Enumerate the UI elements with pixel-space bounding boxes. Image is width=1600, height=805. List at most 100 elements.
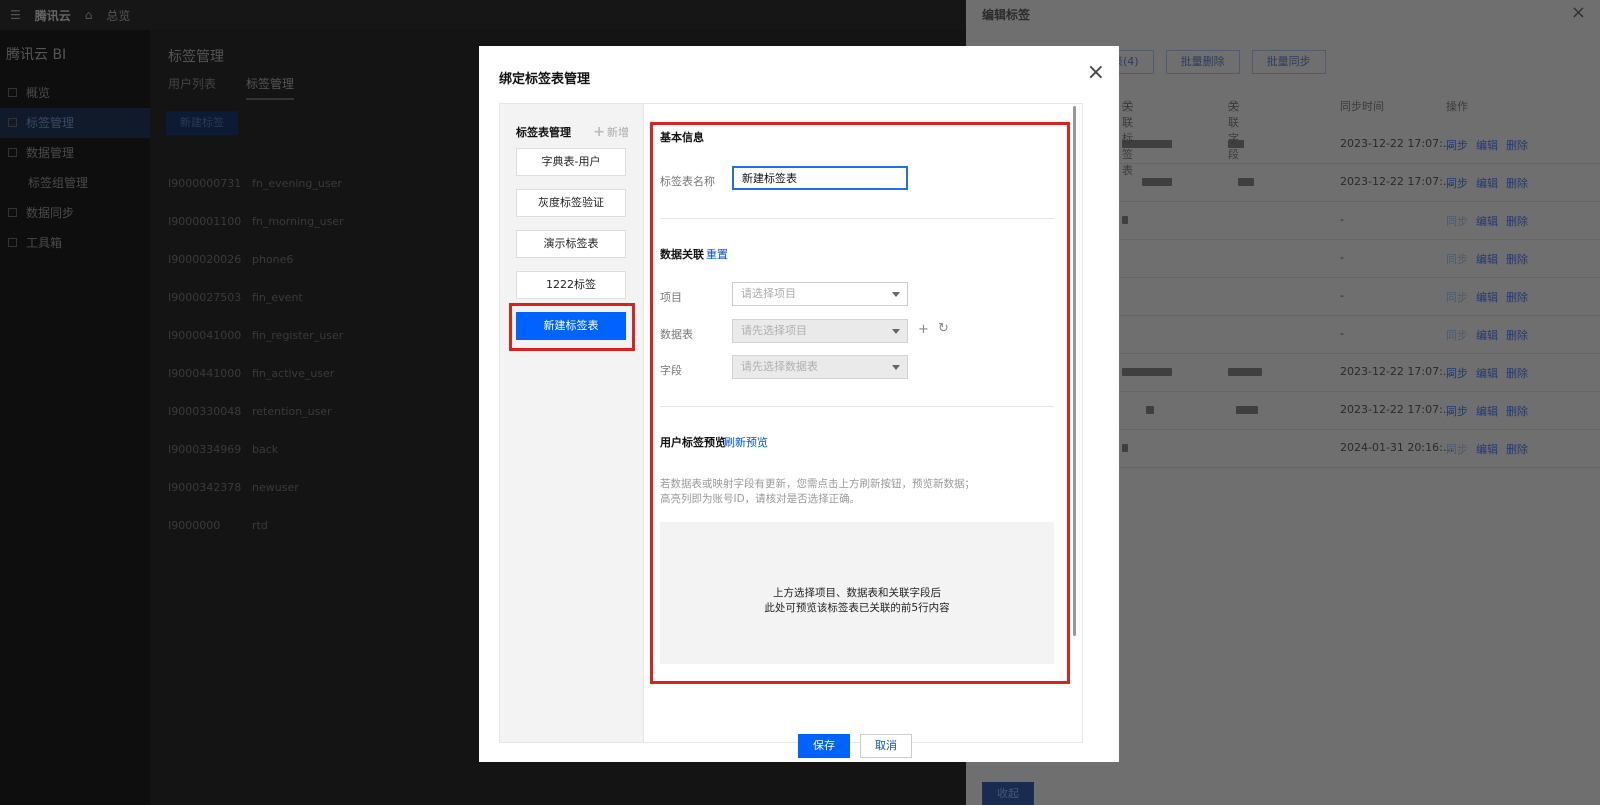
sync-link[interactable]: 同步 — [1446, 365, 1468, 381]
delete-link[interactable]: 删除 — [1506, 175, 1528, 191]
sidebar-header: 标签表管理 — [516, 126, 571, 139]
modal-title: 绑定标签表管理 — [499, 72, 591, 87]
brand-logo: 腾讯云 — [34, 8, 71, 23]
drawer-table-header: 关联标签表 ⓘ 关联字段 ⓘ 同步时间 操作 — [1122, 100, 1468, 177]
sync-time: - — [1340, 289, 1344, 302]
edit-link[interactable]: 编辑 — [1476, 213, 1498, 229]
edit-link[interactable]: 编辑 — [1476, 403, 1498, 419]
home-icon[interactable]: ⌂ — [85, 8, 93, 22]
drawer-toolbar: 表(4) 批量删除 批量同步 — [1112, 50, 1326, 74]
sync-time: 2023-12-22 17:07:... — [1340, 403, 1454, 416]
blurred-value — [1122, 368, 1172, 376]
sync-link[interactable]: 同步 — [1446, 137, 1468, 153]
blurred-value — [1228, 368, 1262, 376]
sync-time: 2023-12-22 17:07:... — [1340, 175, 1454, 188]
plus-icon: + — [593, 124, 605, 140]
nav-item-tag-management[interactable]: 标签管理 — [0, 108, 150, 138]
data-icon — [8, 148, 17, 157]
delete-link[interactable]: 删除 — [1506, 327, 1528, 343]
delete-link[interactable]: 删除 — [1506, 289, 1528, 305]
toolbox-icon — [8, 238, 17, 247]
table-row: - 同步 编辑 删除 — [1116, 240, 1600, 278]
edit-link[interactable]: 编辑 — [1476, 327, 1498, 343]
vertical-scrollbar[interactable] — [1073, 106, 1076, 636]
edit-link[interactable]: 编辑 — [1476, 441, 1498, 457]
blurred-value — [1228, 140, 1244, 148]
blurred-value — [1236, 406, 1258, 414]
edit-link[interactable]: 编辑 — [1476, 289, 1498, 305]
nav-item-data-management[interactable]: 数据管理 — [0, 138, 150, 168]
drawer-title: 编辑标签 — [982, 8, 1031, 22]
highlight-box — [509, 303, 635, 351]
save-button[interactable]: 保存 — [798, 734, 850, 758]
add-tag-table-button[interactable]: + 新增 — [593, 124, 629, 140]
top-nav-overview[interactable]: 总览 — [106, 7, 130, 24]
table-row: - 同步 编辑 删除 — [1116, 278, 1600, 316]
sync-time: 2023-12-22 17:07:... — [1340, 137, 1454, 150]
sync-link[interactable]: 同步 — [1446, 175, 1468, 191]
delete-link[interactable]: 删除 — [1506, 403, 1528, 419]
project-name: 腾讯云 BI — [6, 47, 67, 63]
sync-time: - — [1340, 251, 1344, 264]
edit-link[interactable]: 编辑 — [1476, 137, 1498, 153]
sync-time: - — [1340, 327, 1344, 340]
delete-link[interactable]: 删除 — [1506, 213, 1528, 229]
sidebar-item-1222-tag[interactable]: 1222标签 — [516, 271, 626, 299]
delete-link[interactable]: 删除 — [1506, 251, 1528, 267]
tag-table-sidebar: 标签表管理 + 新增 字典表-用户 灰度标签验证 演示标签表 1222标签 新建标… — [500, 104, 644, 742]
sync-link-disabled: 同步 — [1446, 443, 1468, 456]
header-sync-time: 同步时间 — [1340, 100, 1384, 113]
table-row: 2024-01-31 20:16:... 同步 编辑 删除 — [1116, 430, 1600, 468]
blurred-value — [1122, 216, 1128, 224]
left-nav: 腾讯云 BI 概览 标签管理 数据管理 标签组管理 数据同步 工具箱 — [0, 30, 150, 805]
page-tabs: 用户列表 标签管理 — [168, 75, 295, 100]
collapse-button[interactable]: 收起 — [982, 782, 1034, 805]
modal-body: 标签表管理 + 新增 字典表-用户 灰度标签验证 演示标签表 1222标签 新建标… — [499, 103, 1083, 743]
tab-tag-management[interactable]: 标签管理 — [246, 75, 295, 100]
sidebar-item-demo-tag-table[interactable]: 演示标签表 — [516, 230, 626, 258]
nav-item-tag-groups[interactable]: 标签组管理 — [0, 168, 150, 198]
delete-link[interactable]: 删除 — [1506, 137, 1528, 153]
sync-time: - — [1340, 213, 1344, 226]
cancel-button[interactable]: 取消 — [860, 734, 912, 758]
table-row: - 同步 编辑 删除 — [1116, 202, 1600, 240]
blurred-value — [1238, 178, 1254, 186]
table-row: 2023-12-22 17:07:... 同步 编辑 删除 — [1116, 126, 1600, 164]
table-row: 2023-12-22 17:07:... 同步 编辑 删除 — [1116, 354, 1600, 392]
edit-link[interactable]: 编辑 — [1476, 175, 1498, 191]
tag-icon — [8, 118, 17, 127]
sync-link-disabled: 同步 — [1446, 253, 1468, 266]
bind-tag-table-modal: 绑定标签表管理 × 标签表管理 + 新增 字典表-用户 灰度标签验证 演示标签表 … — [479, 46, 1119, 762]
tag-table-form: 基本信息 标签表名称 数据关联 重置 项目 请选择项目 数据表 请先选择项目 +… — [644, 104, 1082, 742]
edit-link[interactable]: 编辑 — [1476, 251, 1498, 267]
batch-delete-button[interactable]: 批量删除 — [1165, 50, 1240, 74]
sync-link-disabled: 同步 — [1446, 329, 1468, 342]
sidebar-item-gray-tag-verify[interactable]: 灰度标签验证 — [516, 189, 626, 217]
nav-item-overview[interactable]: 概览 — [0, 78, 150, 108]
sync-time: 2023-12-22 17:07:... — [1340, 365, 1454, 378]
batch-sync-button[interactable]: 批量同步 — [1251, 50, 1326, 74]
sidebar-item-dictionary-user[interactable]: 字典表-用户 — [516, 148, 626, 176]
close-icon[interactable]: × — [1571, 2, 1586, 23]
new-tag-button[interactable]: 新建标签 — [166, 111, 238, 135]
table-row: 2023-12-22 17:07:... 同步 编辑 删除 — [1116, 392, 1600, 430]
info-icon: ⓘ — [1228, 100, 1239, 113]
close-icon[interactable]: × — [1087, 62, 1105, 84]
nav-item-data-sync[interactable]: 数据同步 — [0, 198, 150, 228]
info-icon: ⓘ — [1122, 100, 1133, 113]
page-title: 标签管理 — [168, 49, 224, 65]
sync-link-disabled: 同步 — [1446, 215, 1468, 228]
sync-time: 2024-01-31 20:16:... — [1340, 441, 1454, 454]
delete-link[interactable]: 删除 — [1506, 441, 1528, 457]
nav-item-toolbox[interactable]: 工具箱 — [0, 228, 150, 258]
blurred-value — [1122, 444, 1128, 452]
blurred-value — [1122, 140, 1172, 148]
edit-link[interactable]: 编辑 — [1476, 365, 1498, 381]
sync-link[interactable]: 同步 — [1446, 403, 1468, 419]
tab-user-list[interactable]: 用户列表 — [168, 75, 216, 100]
sync-link-disabled: 同步 — [1446, 291, 1468, 304]
header-operations: 操作 — [1446, 100, 1468, 113]
table-row: 2023-12-22 17:07:... 同步 编辑 删除 — [1116, 164, 1600, 202]
delete-link[interactable]: 删除 — [1506, 365, 1528, 381]
menu-icon[interactable]: ☰ — [10, 8, 21, 22]
